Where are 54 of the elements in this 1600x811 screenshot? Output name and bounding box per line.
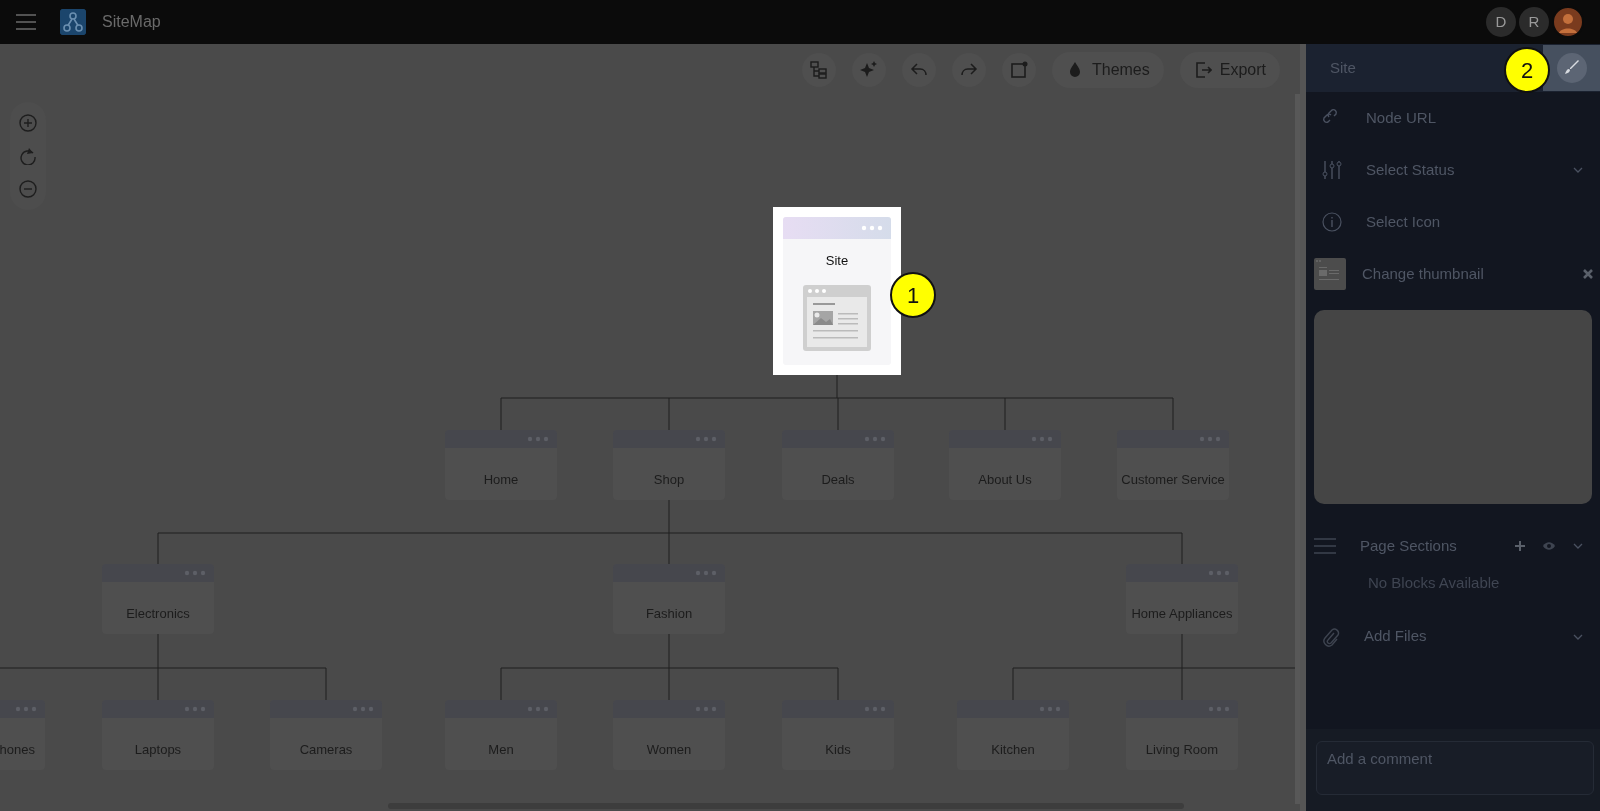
more-icon[interactable] (527, 706, 549, 712)
url-field[interactable]: Node URL (1366, 106, 1566, 130)
sitemap-button[interactable] (801, 53, 836, 87)
user-avatar[interactable] (1552, 6, 1584, 38)
more-icon[interactable] (352, 706, 374, 712)
frame-button[interactable] (1001, 53, 1036, 87)
sitemap-icon (808, 60, 829, 80)
app-title: SiteMap (102, 12, 161, 32)
redo-button[interactable] (951, 53, 986, 87)
more-icon[interactable] (695, 706, 717, 712)
eye-icon[interactable] (1542, 541, 1556, 551)
more-icon[interactable] (15, 706, 37, 712)
thumbnail-icon[interactable] (1314, 258, 1346, 290)
more-icon[interactable] (527, 436, 549, 442)
collaborator-avatar[interactable]: R (1519, 7, 1549, 37)
more-icon[interactable] (695, 570, 717, 576)
more-icon[interactable] (1208, 706, 1230, 712)
more-icon[interactable] (864, 436, 886, 442)
zoom-in-icon[interactable] (19, 113, 37, 132)
more-icon[interactable] (184, 570, 206, 576)
more-icon[interactable] (1039, 706, 1061, 712)
node-label: Site (824, 252, 850, 270)
more-icon[interactable] (184, 706, 206, 712)
page-node[interactable]: Site (773, 207, 901, 375)
thumbnail-label: Change thumbnail (1362, 263, 1484, 284)
zoom-out-icon[interactable] (19, 180, 37, 199)
page-thumbnail-icon (803, 284, 871, 351)
sliders-icon (1322, 160, 1342, 180)
comment-field[interactable]: Add a comment (1316, 741, 1594, 795)
plus-icon[interactable] (1514, 540, 1526, 552)
collaborator-avatar[interactable]: D (1486, 7, 1516, 37)
sparkle-button[interactable] (851, 53, 886, 87)
status-dropdown[interactable]: Select Status (1366, 158, 1455, 182)
frame-icon (1008, 60, 1029, 80)
section-title: Page Sections (1360, 535, 1457, 556)
more-icon[interactable] (1199, 436, 1221, 442)
paperclip-icon (1322, 626, 1340, 647)
list-icon (1314, 538, 1336, 554)
more-icon[interactable] (1208, 570, 1230, 576)
more-icon[interactable] (864, 706, 886, 712)
logo-icon (60, 9, 86, 35)
files-title: Add Files (1364, 626, 1427, 647)
style-tab[interactable] (1543, 45, 1600, 91)
more-icon[interactable] (1031, 436, 1053, 442)
reset-icon[interactable] (19, 147, 37, 165)
more-icon[interactable] (861, 225, 883, 231)
more-icon[interactable] (695, 436, 717, 442)
export-icon (1193, 60, 1212, 80)
close-icon[interactable] (1582, 268, 1594, 280)
info-icon (1322, 212, 1342, 232)
icon-picker[interactable]: Select Icon (1366, 210, 1441, 234)
undo-button[interactable] (901, 53, 936, 87)
menu-icon[interactable] (16, 14, 36, 30)
brush-icon (1563, 60, 1580, 76)
